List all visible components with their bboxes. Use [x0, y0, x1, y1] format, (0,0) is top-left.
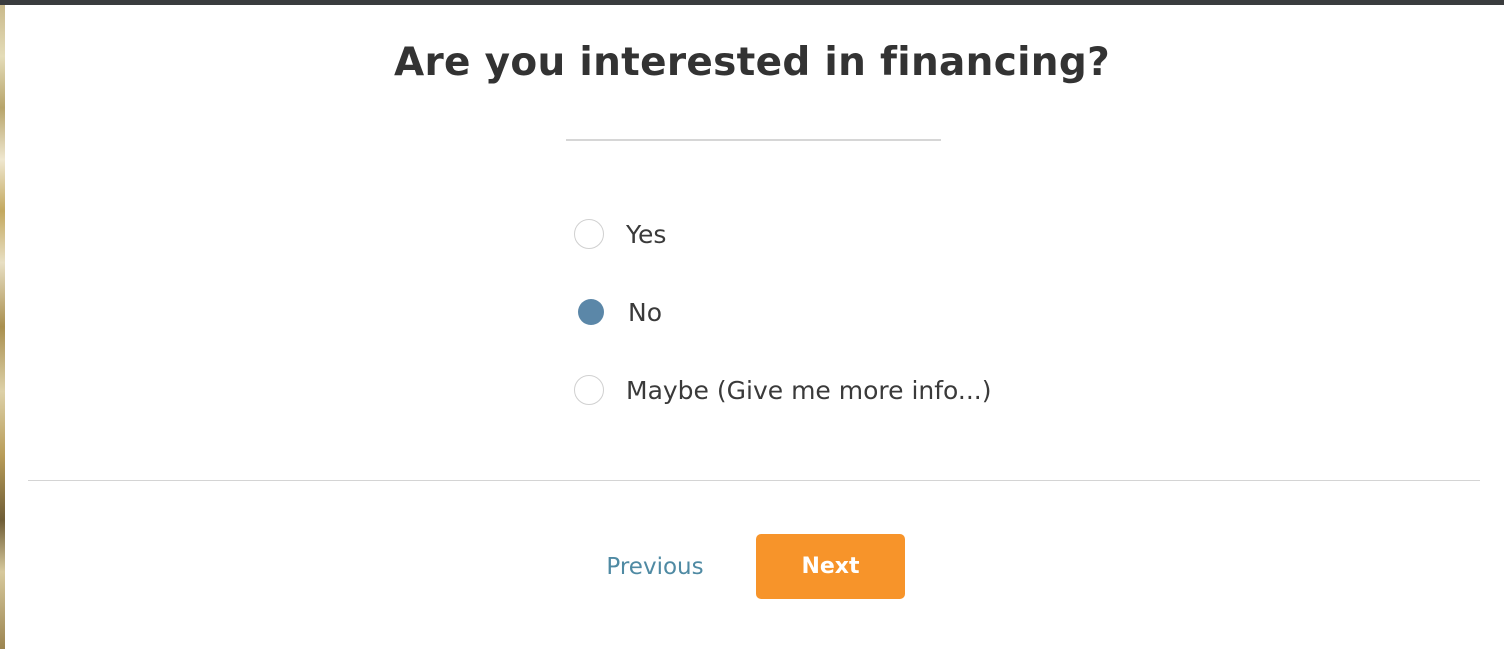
- radio-yes[interactable]: [574, 219, 604, 249]
- question-title: Are you interested in financing?: [394, 40, 1110, 85]
- form-card: [5, 5, 1504, 649]
- title-divider: [566, 139, 941, 141]
- option-maybe-label: Maybe (Give me more info...): [626, 375, 992, 405]
- footer-divider: [28, 480, 1480, 481]
- option-yes-label: Yes: [626, 219, 667, 249]
- option-no-label: No: [628, 297, 662, 327]
- radio-maybe[interactable]: [574, 375, 604, 405]
- radio-no[interactable]: [578, 299, 604, 325]
- option-yes[interactable]: Yes: [574, 212, 666, 256]
- option-maybe[interactable]: Maybe (Give me more info...): [574, 368, 992, 412]
- next-button[interactable]: Next: [756, 534, 905, 599]
- previous-button[interactable]: Previous: [590, 548, 720, 586]
- option-no[interactable]: No: [574, 290, 662, 334]
